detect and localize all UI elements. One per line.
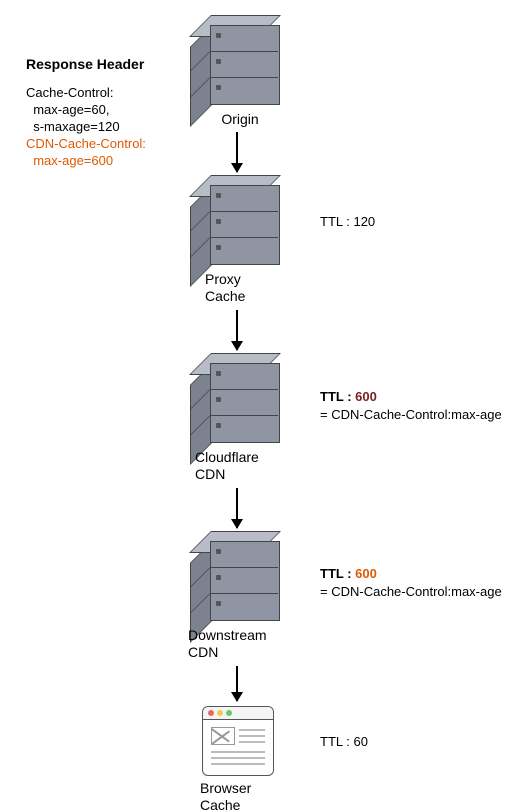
proxy-ttl-value: 120 (353, 214, 375, 229)
cloudflare-cdn-label-l1: Cloudflare (195, 449, 259, 465)
proxy-ttl: TTL : 120 (320, 213, 375, 231)
cloudflare-ttl-prefix: TTL : (320, 389, 355, 404)
downstream-cdn-label: Downstream CDN (188, 627, 308, 661)
cloudflare-cdn-label: Cloudflare CDN (195, 449, 295, 483)
header-cdn-cache-control-maxage: max-age=600 (26, 152, 113, 170)
browser-cache-label: Browser Cache (200, 780, 290, 812)
downstream-cdn-label-l2: CDN (188, 644, 218, 660)
cloudflare-ttl-value: 600 (355, 389, 377, 404)
browser-ttl-prefix: TTL : (320, 734, 353, 749)
proxy-cache-server-icon (210, 185, 278, 263)
header-cdn-cache-control: CDN-Cache-Control: (26, 135, 146, 153)
origin-server-icon (210, 25, 278, 103)
proxy-cache-label-l2: Cache (205, 288, 245, 304)
browser-ttl-value: 60 (353, 734, 367, 749)
arrow-downstream-to-browser (236, 666, 238, 701)
arrow-proxy-to-cloudflare (236, 310, 238, 350)
arrow-cloudflare-to-downstream (236, 488, 238, 528)
downstream-cdn-label-l1: Downstream (188, 627, 267, 643)
proxy-cache-label-l1: Proxy (205, 271, 241, 287)
proxy-cache-label: Proxy Cache (205, 271, 285, 305)
header-cache-control: Cache-Control: (26, 84, 113, 102)
arrow-origin-to-proxy (236, 132, 238, 172)
downstream-ttl-sub: = CDN-Cache-Control:max-age (320, 584, 502, 599)
origin-label: Origin (190, 111, 290, 128)
browser-cache-label-l1: Browser (200, 780, 251, 796)
downstream-ttl: TTL : 600 = CDN-Cache-Control:max-age (320, 565, 502, 600)
header-cache-control-smaxage: s-maxage=120 (26, 118, 120, 136)
cloudflare-ttl-sub: = CDN-Cache-Control:max-age (320, 407, 502, 422)
browser-icon (202, 706, 274, 776)
response-header-title: Response Header (26, 56, 144, 72)
browser-ttl: TTL : 60 (320, 733, 368, 751)
downstream-ttl-prefix: TTL : (320, 566, 355, 581)
browser-cache-label-l2: Cache (200, 797, 240, 812)
downstream-cdn-server-icon (210, 541, 278, 619)
cloudflare-cdn-label-l2: CDN (195, 466, 225, 482)
header-cache-control-maxage: max-age=60, (26, 101, 109, 119)
proxy-ttl-prefix: TTL : (320, 214, 353, 229)
cloudflare-cdn-server-icon (210, 363, 278, 441)
cloudflare-ttl: TTL : 600 = CDN-Cache-Control:max-age (320, 388, 502, 423)
downstream-ttl-value: 600 (355, 566, 377, 581)
